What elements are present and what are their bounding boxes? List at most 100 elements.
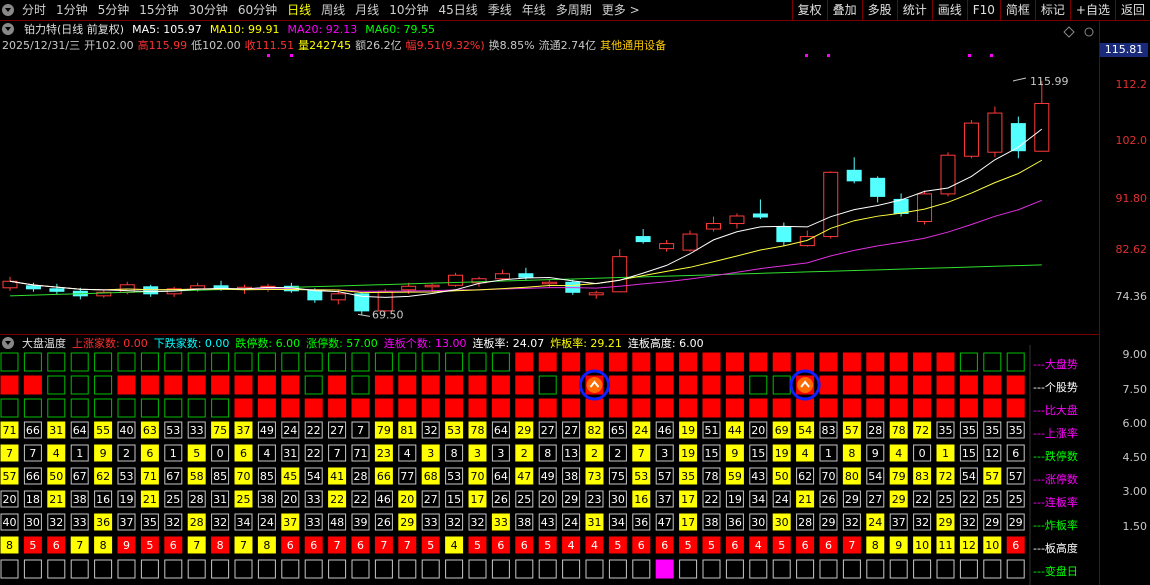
change-day-cell [398, 559, 417, 579]
cell-value: 28 [868, 424, 882, 437]
cell-value: 7 [404, 539, 411, 552]
cell-value: 21 [49, 493, 63, 506]
stock-trend-cell [538, 375, 557, 395]
relative-cell [983, 398, 1002, 418]
trend-cell [211, 352, 230, 372]
trend-cell [0, 352, 19, 372]
cell-value: 1 [942, 447, 949, 460]
cell-value: 1 [170, 447, 177, 460]
change-day-cell [257, 559, 276, 579]
trend-cell [94, 352, 113, 372]
cell-value: 29 [564, 493, 578, 506]
stock-trend-cell [187, 375, 206, 395]
stock-trend-cell [725, 375, 744, 395]
cell-value: 0 [217, 447, 224, 460]
cell-value: 5 [778, 539, 785, 552]
stock-trend-cell [445, 375, 464, 395]
stock-trend-cell [117, 375, 136, 395]
stock-trend-cell [913, 375, 932, 395]
cell-value: 20 [541, 493, 555, 506]
cell-value: 37 [283, 516, 297, 529]
cell-value: 6 [661, 539, 668, 552]
cell-value: 25 [237, 493, 251, 506]
cell-value: 24 [634, 424, 648, 437]
cell-value: 75 [213, 424, 227, 437]
cell-value: 5 [193, 447, 200, 460]
cell-value: 28 [190, 516, 204, 529]
stock-trend-cell [234, 375, 253, 395]
trend-cell [234, 352, 253, 372]
change-day-cell [866, 559, 885, 579]
cell-value: 6 [802, 539, 809, 552]
cell-value: 25 [166, 493, 180, 506]
cell-value: 20 [751, 424, 765, 437]
relative-cell [655, 398, 674, 418]
indicator-axis-label: 3.00 [1122, 485, 1148, 498]
relative-cell [94, 398, 113, 418]
change-day-cell [936, 559, 955, 579]
cell-value: 21 [143, 493, 157, 506]
trend-cell [23, 352, 42, 372]
change-day-cell [725, 559, 744, 579]
cell-value: 63 [143, 424, 157, 437]
relative-cell [866, 398, 885, 418]
cell-value: 66 [377, 470, 391, 483]
cell-value: 8 [6, 539, 13, 552]
stock-trend-cell [164, 375, 183, 395]
cell-value: 32 [213, 516, 227, 529]
cell-value: 27 [541, 424, 555, 437]
stock-trend-cell [351, 375, 370, 395]
cell-value: 8 [544, 447, 551, 460]
cell-value: 28 [354, 470, 368, 483]
cell-value: 4 [755, 539, 762, 552]
trend-cell [1006, 352, 1025, 372]
cell-value: 19 [775, 447, 789, 460]
cell-value: 8 [263, 539, 270, 552]
cell-value: 25 [985, 493, 999, 506]
relative-cell [679, 398, 698, 418]
cell-value: 22 [915, 493, 929, 506]
cell-value: 34 [237, 516, 251, 529]
current-price-tag: 115.81 [1100, 43, 1148, 57]
cell-value: 57 [845, 424, 859, 437]
cell-value: 73 [588, 470, 602, 483]
change-day-cell [913, 559, 932, 579]
cell-value: 85 [260, 470, 274, 483]
cell-value: 5 [427, 539, 434, 552]
cell-value: 44 [728, 424, 742, 437]
cell-value: 6 [53, 539, 60, 552]
cell-value: 7 [848, 539, 855, 552]
cell-value: 3 [474, 447, 481, 460]
cell-value: 6 [170, 539, 177, 552]
cell-value: 9 [731, 447, 738, 460]
cell-value: 65 [611, 424, 625, 437]
change-day-cell [796, 559, 815, 579]
cell-value: 49 [260, 424, 274, 437]
relative-cell [1006, 398, 1025, 418]
price-axis-label: 74.36 [1115, 290, 1148, 303]
cell-value: 83 [822, 424, 836, 437]
cell-value: 23 [588, 493, 602, 506]
cell-value: 5 [708, 539, 715, 552]
cell-value: 3 [497, 447, 504, 460]
stock-trend-cell [94, 375, 113, 395]
stock-trend-cell [959, 375, 978, 395]
cell-value: 43 [541, 516, 555, 529]
change-day-cell [47, 559, 66, 579]
trend-cell [936, 352, 955, 372]
cell-value: 39 [354, 516, 368, 529]
cell-value: 5 [544, 539, 551, 552]
relative-cell [421, 398, 440, 418]
tool-button[interactable]: 返回 [1114, 0, 1150, 20]
cell-value: 36 [96, 516, 110, 529]
stock-trend-cell [1006, 375, 1025, 395]
cell-value: 19 [681, 424, 695, 437]
cell-value: 29 [822, 516, 836, 529]
relative-cell [445, 398, 464, 418]
cell-value: 6 [521, 539, 528, 552]
row-label: ---跌停数 [1033, 450, 1078, 463]
cell-value: 38 [260, 493, 274, 506]
change-day-cell [211, 559, 230, 579]
cell-value: 4 [568, 539, 575, 552]
trend-cell [304, 352, 323, 372]
